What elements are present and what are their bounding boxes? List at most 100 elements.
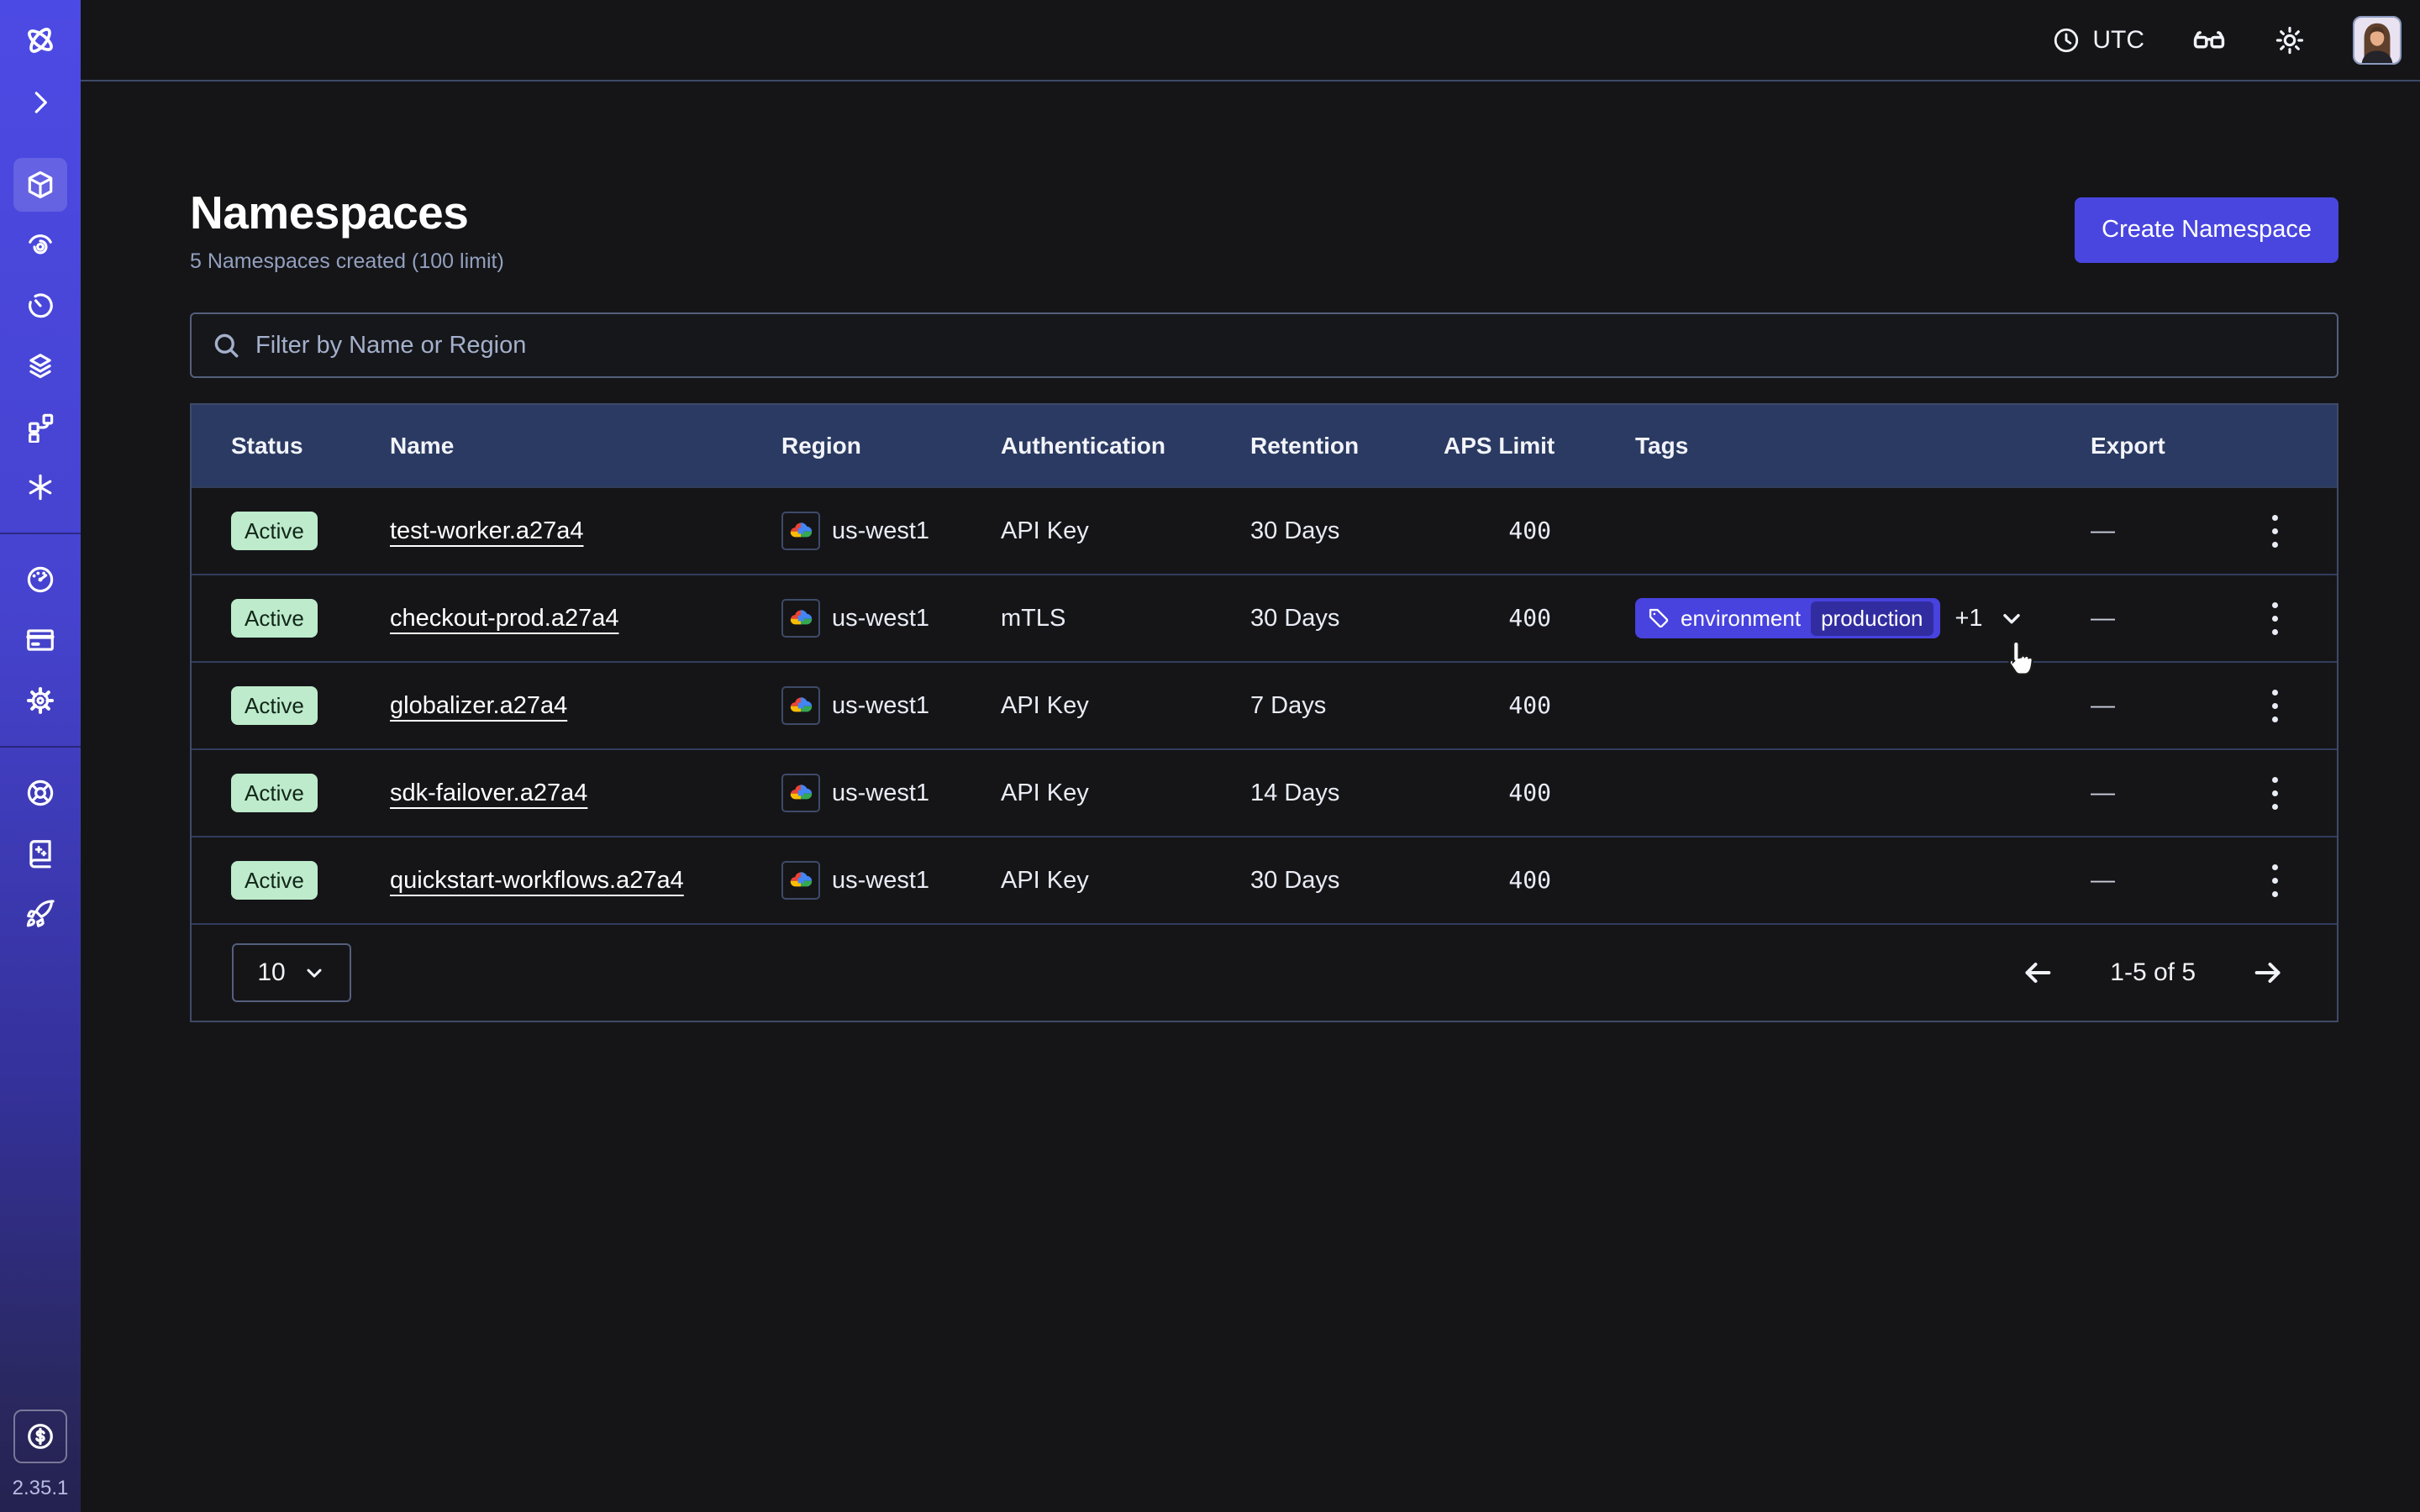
sidebar-item-nexus[interactable] bbox=[13, 400, 67, 454]
col-region: Region bbox=[781, 433, 1001, 459]
table-row: Active sdk-failover.a27a4 us-west1 API K… bbox=[192, 748, 2337, 836]
table-body: Active test-worker.a27a4 us-west1 API Ke… bbox=[192, 486, 2337, 923]
sidebar-expand-button[interactable] bbox=[20, 86, 60, 119]
auth-cell: API Key bbox=[1001, 692, 1250, 720]
create-namespace-button[interactable]: Create Namespace bbox=[2075, 197, 2338, 263]
page-title: Namespaces bbox=[190, 186, 504, 239]
row-menu-button[interactable] bbox=[2264, 594, 2286, 643]
search-icon bbox=[212, 331, 240, 360]
sidebar-item-docs[interactable] bbox=[13, 827, 67, 880]
sidebar-item-integrations[interactable] bbox=[13, 460, 67, 514]
col-status: Status bbox=[192, 433, 390, 459]
aps-limit-value: 400 bbox=[1444, 779, 1551, 806]
table-header: Status Name Region Authentication Retent… bbox=[192, 405, 2337, 486]
pagination-range: 1-5 of 5 bbox=[2110, 958, 2196, 987]
col-export: Export bbox=[2091, 433, 2264, 459]
timezone-label: UTC bbox=[2092, 26, 2144, 55]
page-size-select[interactable]: 10 bbox=[232, 943, 351, 1002]
retention-cell: 14 Days bbox=[1250, 780, 1444, 807]
tags-cell: environment production +1 bbox=[1635, 598, 2091, 638]
row-menu-button[interactable] bbox=[2264, 681, 2286, 731]
sidebar-item-getting-started[interactable] bbox=[13, 887, 67, 941]
asterisk-icon bbox=[24, 471, 56, 503]
rocket-icon bbox=[24, 898, 56, 930]
col-name: Name bbox=[390, 433, 781, 459]
layers-icon bbox=[24, 350, 56, 382]
region-label: us-west1 bbox=[832, 517, 929, 545]
sidebar-divider bbox=[0, 746, 81, 748]
col-authentication: Authentication bbox=[1001, 433, 1250, 459]
gear-icon bbox=[24, 685, 56, 717]
retention-cell: 30 Days bbox=[1250, 517, 1444, 545]
app-version: 2.35.1 bbox=[13, 1477, 69, 1500]
sun-icon bbox=[2274, 24, 2306, 56]
row-menu-button[interactable] bbox=[2264, 856, 2286, 906]
tag-icon bbox=[1647, 606, 1670, 630]
tag-chip[interactable]: environment production bbox=[1635, 598, 1940, 638]
filter-input[interactable] bbox=[255, 332, 2317, 360]
page-size-value: 10 bbox=[257, 958, 285, 987]
status-badge: Active bbox=[231, 861, 318, 900]
credit-card-icon bbox=[24, 624, 56, 656]
sidebar-item-insights[interactable] bbox=[13, 218, 67, 272]
aps-limit-value: 400 bbox=[1444, 691, 1551, 719]
prev-page-button[interactable] bbox=[2021, 956, 2054, 990]
status-badge: Active bbox=[231, 686, 318, 725]
auth-cell: API Key bbox=[1001, 867, 1250, 895]
table-row: Active checkout-prod.a27a4 us-west1 mTLS… bbox=[192, 574, 2337, 661]
namespace-link[interactable]: quickstart-workflows.a27a4 bbox=[390, 867, 684, 894]
gcp-cloud-icon bbox=[781, 512, 820, 550]
row-menu-button[interactable] bbox=[2264, 769, 2286, 818]
timezone-selector[interactable]: UTC bbox=[2052, 26, 2144, 55]
aps-limit-value: 400 bbox=[1444, 604, 1551, 632]
cube-icon bbox=[24, 169, 56, 201]
user-avatar[interactable] bbox=[2353, 16, 2402, 65]
auth-cell: API Key bbox=[1001, 780, 1250, 807]
status-badge: Active bbox=[231, 599, 318, 638]
cyclone-icon bbox=[24, 229, 56, 261]
namespace-link[interactable]: checkout-prod.a27a4 bbox=[390, 605, 618, 632]
next-page-button[interactable] bbox=[2251, 956, 2285, 990]
col-aps-limit: APS Limit bbox=[1444, 433, 1635, 459]
life-ring-icon bbox=[24, 777, 56, 809]
export-cell: — bbox=[2091, 692, 2264, 720]
region-label: us-west1 bbox=[832, 692, 929, 720]
gcp-cloud-icon bbox=[781, 861, 820, 900]
namespaces-table: Status Name Region Authentication Retent… bbox=[190, 403, 2338, 1022]
page-subtitle: 5 Namespaces created (100 limit) bbox=[190, 249, 504, 274]
sidebar-item-namespaces[interactable] bbox=[13, 158, 67, 212]
pricing-button[interactable] bbox=[13, 1410, 67, 1463]
sidebar-item-usage[interactable] bbox=[13, 553, 67, 606]
timer-icon bbox=[24, 290, 56, 322]
gcp-cloud-icon bbox=[781, 774, 820, 812]
sidebar-item-deployments[interactable] bbox=[13, 339, 67, 393]
book-sparkles-icon bbox=[24, 837, 56, 869]
tag-key: environment bbox=[1681, 606, 1801, 632]
col-retention: Retention bbox=[1250, 433, 1444, 459]
arrow-left-icon bbox=[2021, 956, 2054, 990]
chevron-down-icon bbox=[302, 961, 326, 984]
namespace-link[interactable]: test-worker.a27a4 bbox=[390, 517, 584, 544]
gcp-cloud-icon bbox=[781, 599, 820, 638]
auth-cell: API Key bbox=[1001, 517, 1250, 545]
clock-icon bbox=[2052, 26, 2081, 55]
sidebar-item-billing[interactable] bbox=[13, 613, 67, 667]
sidebar-item-schedules[interactable] bbox=[13, 279, 67, 333]
sidebar-item-settings[interactable] bbox=[13, 674, 67, 727]
theme-toggle[interactable] bbox=[2274, 24, 2306, 56]
tags-expand-chevron-icon[interactable] bbox=[1998, 605, 2025, 632]
status-badge: Active bbox=[231, 512, 318, 550]
main-content: Namespaces 5 Namespaces created (100 lim… bbox=[81, 83, 2420, 1512]
namespace-link[interactable]: sdk-failover.a27a4 bbox=[390, 780, 587, 806]
temporal-logo[interactable] bbox=[13, 13, 67, 67]
export-cell: — bbox=[2091, 780, 2264, 807]
namespace-link[interactable]: globalizer.a27a4 bbox=[390, 692, 567, 719]
filter-bar bbox=[190, 312, 2338, 378]
sidebar-item-support[interactable] bbox=[13, 766, 67, 820]
retention-cell: 7 Days bbox=[1250, 692, 1444, 720]
schema-icon bbox=[24, 411, 56, 443]
accessibility-toggle[interactable] bbox=[2191, 23, 2227, 58]
row-menu-button[interactable] bbox=[2264, 507, 2286, 556]
table-row: Active quickstart-workflows.a27a4 us-wes… bbox=[192, 836, 2337, 923]
aps-limit-value: 400 bbox=[1444, 866, 1551, 894]
